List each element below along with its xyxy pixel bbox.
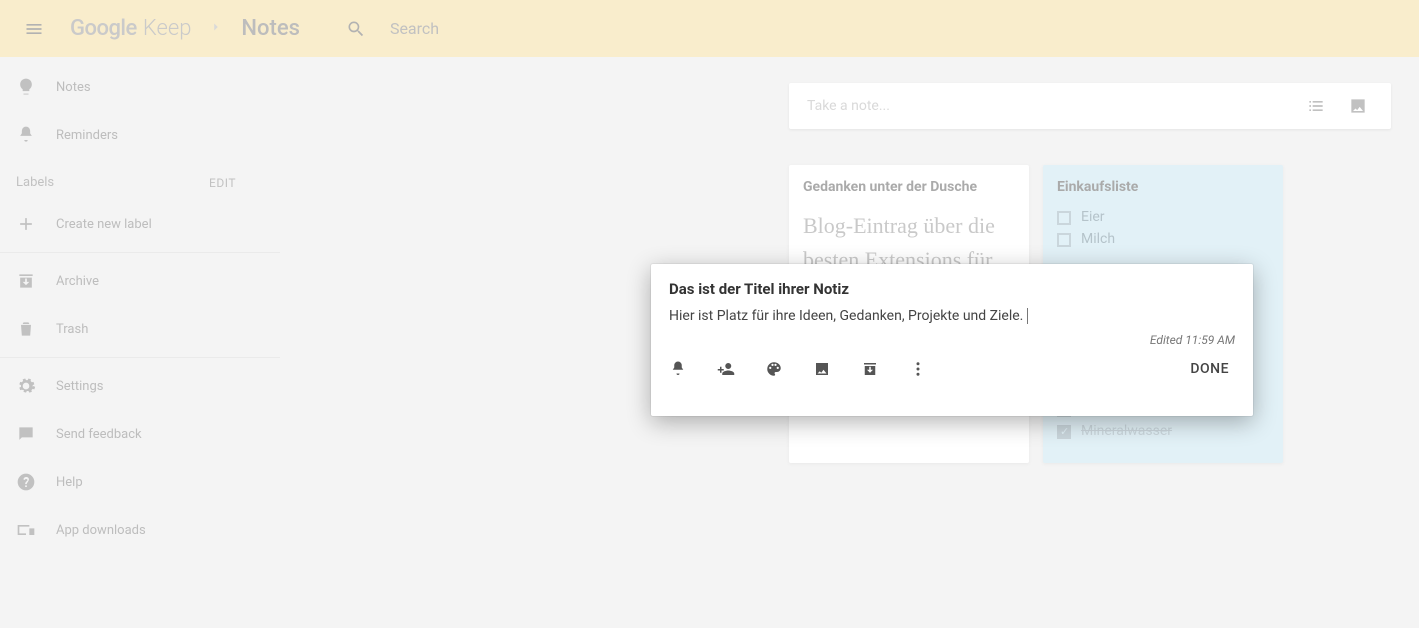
search-wrap xyxy=(336,9,1405,49)
checkbox-icon[interactable] xyxy=(1057,233,1071,247)
sidebar-item-label: Send feedback xyxy=(56,427,142,442)
note-title: Einkaufsliste xyxy=(1057,179,1269,195)
more-icon[interactable] xyxy=(909,360,927,378)
search-icon[interactable] xyxy=(336,9,376,49)
checkbox-checked-icon[interactable] xyxy=(1057,425,1071,439)
feedback-icon xyxy=(16,424,56,444)
sidebar-item-label: Trash xyxy=(56,322,88,337)
sidebar-item-archive[interactable]: Archive xyxy=(0,257,280,305)
divider xyxy=(0,252,280,253)
archive-icon xyxy=(16,271,56,291)
note-title: Gedanken unter der Dusche xyxy=(803,179,1015,195)
menu-icon[interactable] xyxy=(14,9,54,49)
logo[interactable]: Google Keep xyxy=(70,16,191,41)
header: Google Keep Notes xyxy=(0,0,1419,57)
note-editor: Das ist der Titel ihrer Notiz Hier ist P… xyxy=(651,264,1253,416)
labels-header: Labels EDIT xyxy=(0,159,280,200)
editor-edited: Edited 11:59 AM xyxy=(651,333,1253,351)
trash-icon xyxy=(16,319,56,339)
sidebar-item-feedback[interactable]: Send feedback xyxy=(0,410,280,458)
plus-icon xyxy=(16,214,56,234)
sidebar-item-label: Archive xyxy=(56,274,99,289)
archive-icon[interactable] xyxy=(861,360,879,378)
sidebar-item-label: Reminders xyxy=(56,128,118,143)
edit-labels-button[interactable]: EDIT xyxy=(209,176,236,190)
done-button[interactable]: DONE xyxy=(1180,353,1239,385)
logo-keep: Keep xyxy=(143,16,192,41)
search-input[interactable] xyxy=(390,19,790,38)
lightbulb-icon xyxy=(16,77,56,97)
sidebar-item-label: Create new label xyxy=(56,217,152,232)
remind-icon[interactable] xyxy=(669,360,687,378)
sidebar-item-trash[interactable]: Trash xyxy=(0,305,280,353)
new-image-icon[interactable] xyxy=(1337,96,1379,116)
logo-google: Google xyxy=(70,16,137,41)
editor-toolbar: DONE xyxy=(651,351,1253,393)
reminder-icon xyxy=(16,125,56,145)
editor-title[interactable]: Das ist der Titel ihrer Notiz xyxy=(651,264,1253,304)
help-icon xyxy=(16,472,56,492)
take-note-placeholder: Take a note... xyxy=(807,98,890,114)
divider xyxy=(0,357,280,358)
sidebar-item-label: Notes xyxy=(56,80,91,95)
sidebar: Notes Reminders Labels EDIT Create new l… xyxy=(0,57,280,628)
sidebar-item-settings[interactable]: Settings xyxy=(0,362,280,410)
new-list-icon[interactable] xyxy=(1295,96,1337,116)
take-note-input[interactable]: Take a note... xyxy=(789,83,1391,129)
checklist-item[interactable]: Eier xyxy=(1057,209,1269,225)
sidebar-item-notes[interactable]: Notes xyxy=(0,63,280,111)
sidebar-item-label: Settings xyxy=(56,379,103,394)
checklist-item[interactable]: Milch xyxy=(1057,231,1269,247)
gear-icon xyxy=(16,376,56,396)
checkbox-icon[interactable] xyxy=(1057,211,1071,225)
chevron-right-icon xyxy=(209,19,223,38)
sidebar-item-label: Help xyxy=(56,475,83,490)
sidebar-item-downloads[interactable]: App downloads xyxy=(0,506,280,554)
palette-icon[interactable] xyxy=(765,360,783,378)
sidebar-item-create-label[interactable]: Create new label xyxy=(0,200,280,248)
sidebar-item-reminders[interactable]: Reminders xyxy=(0,111,280,159)
checklist-item[interactable]: Mineralwasser xyxy=(1057,423,1269,439)
sidebar-item-label: App downloads xyxy=(56,523,146,538)
page-title: Notes xyxy=(241,16,300,41)
editor-body[interactable]: Hier ist Platz für ihre Ideen, Gedanken,… xyxy=(651,304,1253,333)
image-icon[interactable] xyxy=(813,360,831,378)
sidebar-item-help[interactable]: Help xyxy=(0,458,280,506)
devices-icon xyxy=(16,520,56,540)
collaborator-icon[interactable] xyxy=(717,360,735,378)
